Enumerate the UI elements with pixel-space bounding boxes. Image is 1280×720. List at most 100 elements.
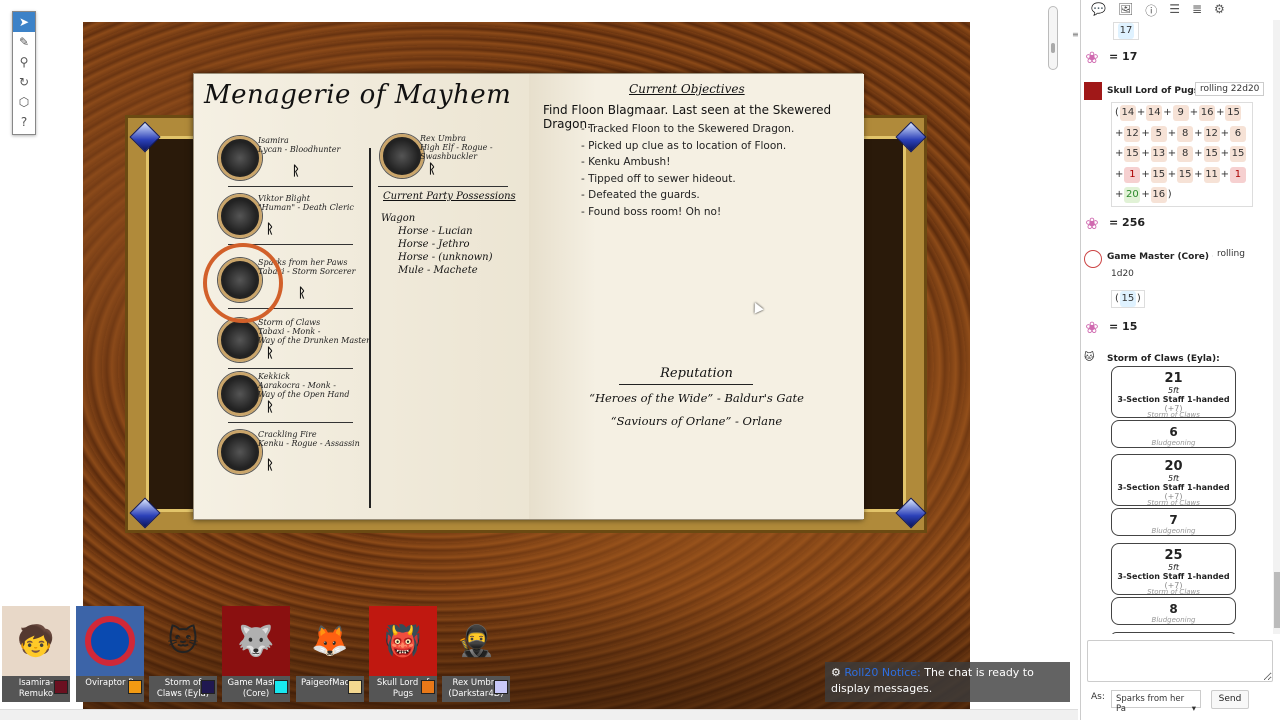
roll-formula: 1d20 [1107,268,1138,280]
message-sender: Storm of Claws (Eyla): [1107,354,1220,364]
zoom-tool-icon[interactable]: ⚲ [13,52,35,72]
attack-roll-card: 21 5ft 3-Section Staff 1-handed (+7) Sto… [1111,366,1236,419]
party-member[interactable]: Storm of Claws Tabaxi - Monk - Way of the … [218,318,388,374]
party-member[interactable]: Isamira Lycan - Bloodhunter ᚱ [218,136,388,192]
roll-formula: rolling 22d20 [1195,82,1265,96]
attack-range: 5ft [1167,474,1180,483]
horizontal-scrollbar[interactable] [0,709,1078,720]
avatar: 🧒 [2,606,70,676]
damage-value: 8 [1169,602,1178,616]
die-result: 17 [1118,23,1134,39]
avatar [218,318,262,362]
divider [228,186,353,187]
list-item: Mule - Machete [398,265,478,276]
damage-roll-card: 7 Bludgeoning [1111,508,1236,536]
dice-rolls: (15) [1111,290,1145,308]
sidebar-tabs: 💬 🖼 ⓘ ☰ ≣ ⚙ [1081,0,1280,20]
divider [228,368,353,369]
damage-value: 7 [1169,513,1178,527]
player-tile[interactable]: 🥷 Rex Umbra (Darkstar4D) [442,606,510,702]
art-library-tab-icon[interactable]: 🖼 [1118,2,1133,18]
chat-scrollbar[interactable] [1273,20,1280,634]
party-member[interactable]: Viktor Blight "Human" - Death Cleric ᚱ [218,194,388,250]
chat-tab-icon[interactable]: 💬 [1091,2,1106,18]
player-tile[interactable]: 🐺 Game Master (Core) [222,606,290,702]
list-item: Wagon [381,213,416,224]
avatar [76,606,144,676]
speaking-as-select[interactable]: Sparks from her Pa ▾ [1111,690,1201,714]
vtt-canvas[interactable]: Menagerie of Mayhem Isamira Lycan - Blood… [0,0,1078,720]
info-tab-icon[interactable]: ⓘ [1145,2,1157,18]
player-tile[interactable]: 🐱 Storm of Claws (Eyla) [149,606,217,702]
campaign-book[interactable]: Menagerie of Mayhem Isamira Lycan - Blood… [193,73,864,520]
list-item: Horse - (unknown) [398,252,493,263]
member-desc: Kenku - Rogue - Assassin [258,439,360,448]
divider [378,186,508,187]
notice-link[interactable]: Roll20 Notice: [844,666,920,679]
player-color-swatch[interactable] [494,680,508,694]
attack-hit: 21 [1164,371,1183,386]
chevron-down-icon: ▾ [1191,704,1196,714]
rotate-tool-icon[interactable]: ↻ [13,72,35,92]
list-tab-icon[interactable]: ≣ [1192,2,1202,18]
dice-icon: ❀ [1085,48,1099,67]
damage-type: Bludgeoning [1151,527,1196,535]
canvas-scrollbar[interactable] [1048,6,1058,70]
dice-rolls: (14 +14 +9 +16 +15+ 12 +5 +8 +12 +6+ 15 +13 +8 +15 +15… [1111,102,1253,207]
player-color-swatch[interactable] [274,680,288,694]
party-member[interactable]: Kekkick Aarakocra - Monk - Way of the Open… [218,372,388,428]
list-item: - Defeated the guards. [581,189,700,201]
reputation-item: “Heroes of the Wide” - Baldur's Gate [589,391,804,405]
rune-icon: ᚱ [266,458,274,473]
damage-type: Bludgeoning [1151,439,1196,447]
party-member[interactable]: Crackling Fire Kenku - Rogue - Assassin ᚱ [218,430,388,486]
player-tile[interactable]: 👹 Skull Lord of Pugs [369,606,437,702]
roll-total: = 17 [1109,50,1138,63]
gear-icon: ⚙ [831,666,841,679]
collapse-sidebar-icon[interactable]: ≡ [1072,30,1079,39]
player-color-swatch[interactable] [128,680,142,694]
reputation-item: “Saviours of Orlane” - Orlane [610,414,783,428]
player-bar: 🧒 Isamira-Remuko Oviraptor P. 🐱 Storm of… [0,606,520,704]
book-title: Menagerie of Mayhem [204,80,512,110]
dice-tool-icon[interactable]: ⬡ [13,92,35,112]
player-tile[interactable]: 🦊 PaigeofMaces [296,606,364,702]
select-tool-icon[interactable]: ➤ [13,12,35,32]
draw-tool-icon[interactable]: ✎ [13,32,35,52]
player-color-swatch[interactable] [201,680,215,694]
damage-value: 6 [1169,425,1178,439]
avatar: 🐱 [1084,352,1095,363]
avatar [380,134,424,178]
list-item: - Kenku Ambush! [581,156,671,168]
damage-roll-card: 6 Bludgeoning [1111,420,1236,448]
list-item: - Tipped off to sewer hideout. [581,172,736,185]
book-right-page: Current Objectives Find Floon Blagmaar. … [529,74,864,519]
party-member[interactable]: Rex Umbra High Elf - Rogue - Swashbuckler … [378,134,550,190]
token-highlight-ring[interactable] [203,243,283,323]
member-desc-2: Way of the Drunken Master [258,336,370,345]
player-tile[interactable]: 🧒 Isamira-Remuko [2,606,70,702]
settings-gear-icon[interactable]: ⚙ [1214,2,1225,18]
help-icon[interactable]: ? [13,112,35,132]
possessions-list: Wagon Horse - Lucian Horse - Jethro Hors… [381,212,493,277]
player-tile[interactable]: Oviraptor P. [76,606,144,702]
avatar [218,372,262,416]
member-name: Storm of Claws [258,318,321,327]
journal-tab-icon[interactable]: ☰ [1169,2,1180,18]
chat-input[interactable] [1087,640,1273,682]
player-color-swatch[interactable] [348,680,362,694]
avatar [1084,82,1102,100]
chat-log[interactable]: 17 ❀ = 17 Skull Lord of Pugs: rolling 22… [1081,20,1273,634]
attack-character: Storm of Claws [1147,499,1200,507]
column-divider [369,148,371,508]
player-color-swatch[interactable] [54,680,68,694]
roll-total: = 256 [1109,216,1146,229]
weapon-name: 3-Section Staff 1-handed [1117,395,1230,404]
member-desc: Aarakocra - Monk - [258,381,336,390]
damage-type: Bludgeoning [1151,616,1196,624]
send-button[interactable]: Send [1211,690,1249,709]
player-color-swatch[interactable] [421,680,435,694]
avatar [1084,250,1102,268]
rune-icon: ᚱ [298,286,306,301]
member-desc: Lycan - Bloodhunter [258,145,341,154]
